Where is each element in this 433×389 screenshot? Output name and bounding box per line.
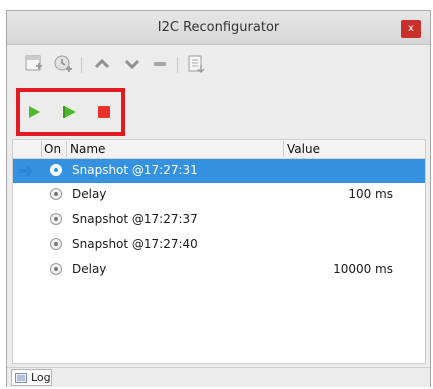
enable-radio[interactable] xyxy=(50,188,62,200)
row-name: Delay xyxy=(72,262,107,276)
edit-toolbar xyxy=(7,45,430,85)
enable-radio[interactable] xyxy=(50,164,62,176)
table-row[interactable]: Delay 10000 ms xyxy=(13,258,425,282)
title-bar[interactable]: I2C Reconfigurator x xyxy=(7,11,430,45)
table-row[interactable]: Delay 100 ms xyxy=(13,183,425,207)
bottom-tab-bar: Log xyxy=(7,367,430,387)
table-header: On Name Value xyxy=(13,140,425,159)
add-delay-icon[interactable] xyxy=(50,51,76,77)
play-step-icon[interactable] xyxy=(57,99,83,125)
table-row[interactable]: Snapshot @17:27:37 xyxy=(13,208,425,232)
log-icon xyxy=(15,373,27,383)
sequence-table[interactable]: On Name Value Snapshot @17:27:31 Delay 1… xyxy=(12,139,426,364)
move-down-icon[interactable] xyxy=(119,51,145,77)
move-up-icon[interactable] xyxy=(89,51,115,77)
enable-radio[interactable] xyxy=(50,263,62,275)
row-name: Snapshot @17:27:40 xyxy=(72,237,198,251)
row-name: Snapshot @17:27:31 xyxy=(72,163,198,177)
close-button[interactable]: x xyxy=(401,20,421,38)
stop-icon[interactable] xyxy=(91,99,117,125)
column-value[interactable]: Value xyxy=(287,142,320,156)
log-tab-label: Log xyxy=(31,371,51,384)
add-item-icon[interactable] xyxy=(21,51,47,77)
export-icon[interactable] xyxy=(183,51,209,77)
play-icon[interactable] xyxy=(21,99,47,125)
table-row[interactable]: Snapshot @17:27:31 xyxy=(13,159,425,183)
row-value: 10000 ms xyxy=(333,262,393,276)
row-value: 100 ms xyxy=(348,187,393,201)
log-tab[interactable]: Log xyxy=(11,369,52,386)
enable-radio[interactable] xyxy=(50,238,62,250)
table-row[interactable]: Snapshot @17:27:40 xyxy=(13,233,425,257)
remove-icon[interactable] xyxy=(147,51,173,77)
row-name: Delay xyxy=(72,187,107,201)
column-name[interactable]: Name xyxy=(70,142,105,156)
playback-toolbar xyxy=(21,97,131,127)
enable-radio[interactable] xyxy=(50,213,62,225)
row-name: Snapshot @17:27:37 xyxy=(72,212,198,226)
i2c-reconfigurator-window: I2C Reconfigurator x On Name Value Snaps… xyxy=(6,10,431,387)
window-title: I2C Reconfigurator xyxy=(157,20,280,35)
current-step-arrow-icon xyxy=(18,163,34,179)
column-on[interactable]: On xyxy=(44,142,61,156)
